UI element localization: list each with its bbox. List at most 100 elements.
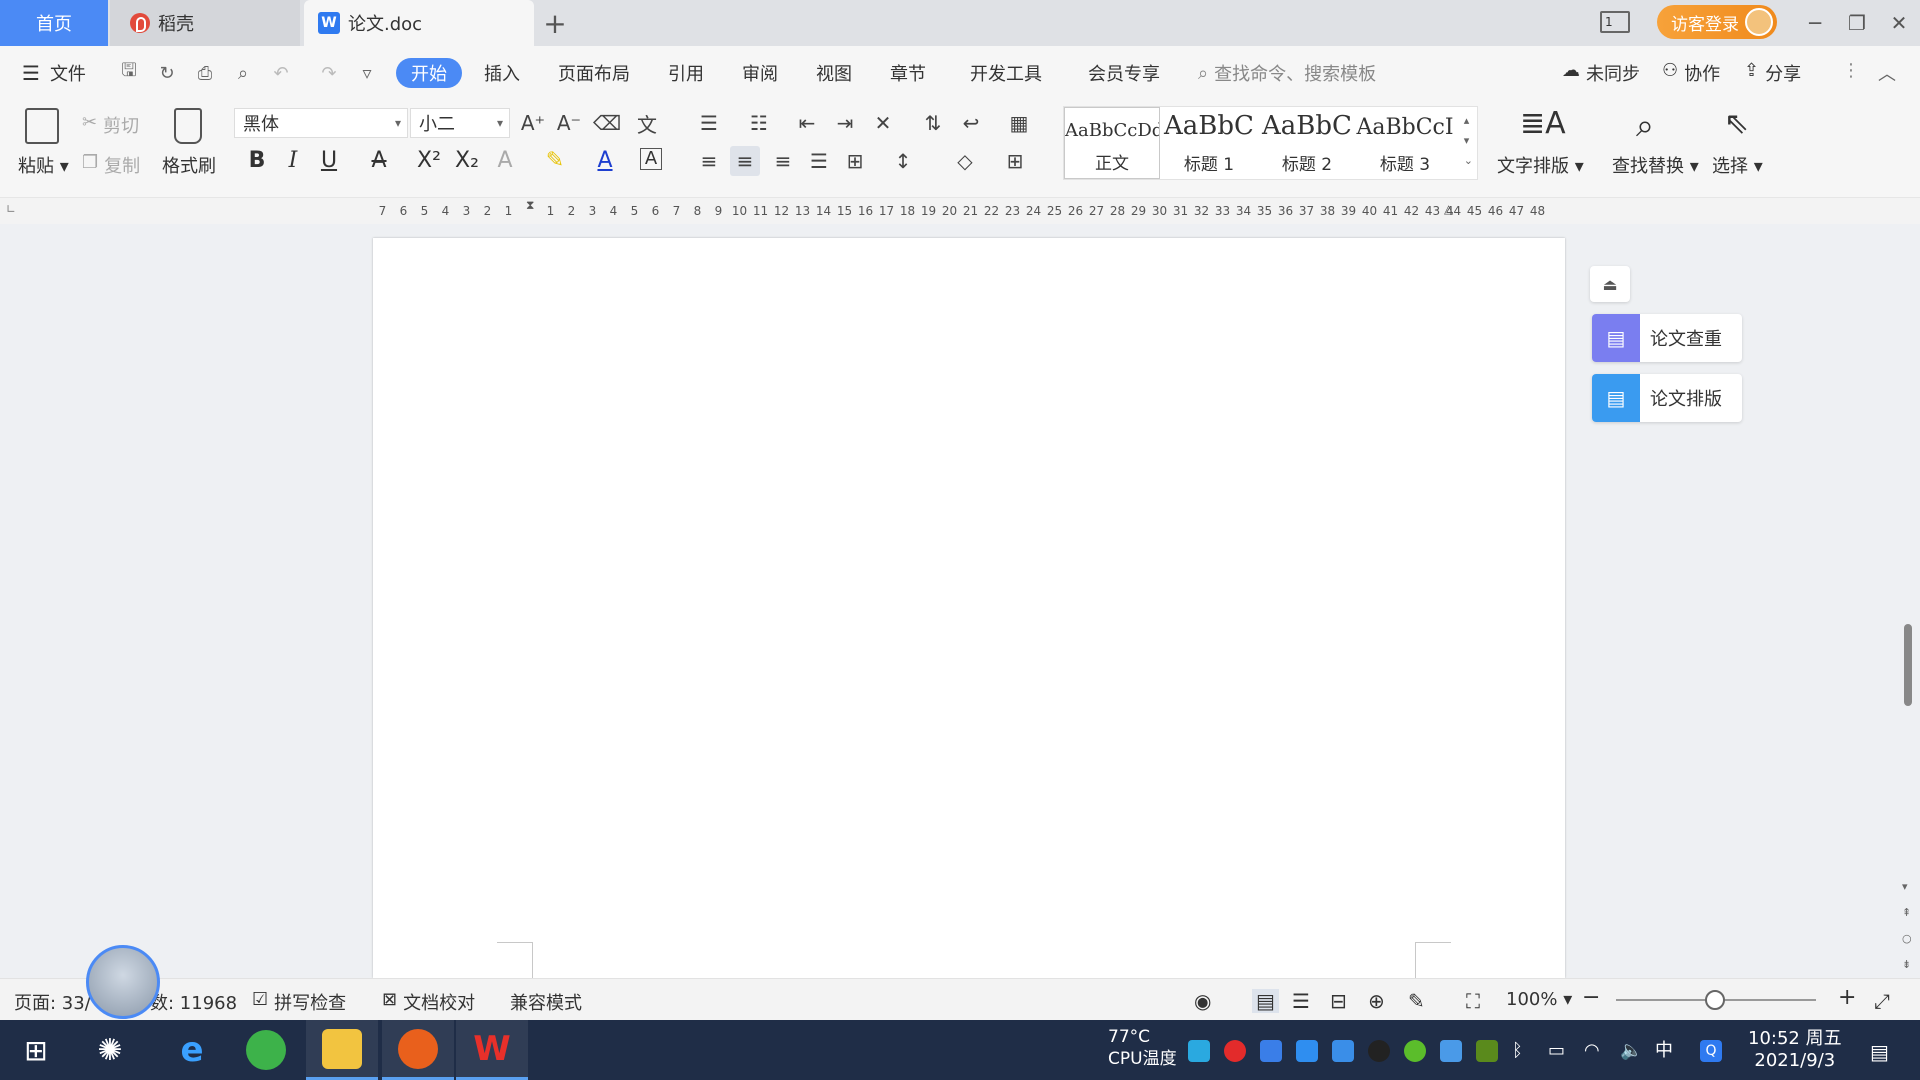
menu-references[interactable]: 引用 [668, 60, 704, 86]
shield-icon[interactable] [1332, 1040, 1354, 1062]
paper-check-button[interactable]: ▤ 论文查重 [1592, 314, 1742, 362]
close-icon[interactable]: ✕ [1878, 0, 1920, 46]
increase-font-icon[interactable]: A⁺ [518, 108, 548, 138]
page-nav-icon[interactable]: ▾ ⇞ ○ ⇟ [1902, 874, 1912, 978]
style-heading-3[interactable]: AaBbCcI 标题 3 [1356, 107, 1454, 179]
scrollbar-thumb[interactable] [1904, 624, 1912, 706]
increase-indent-icon[interactable]: ⇥ [830, 108, 860, 138]
minimize-icon[interactable]: ─ [1794, 0, 1836, 46]
format-painter-button[interactable]: 格式刷 [162, 152, 216, 178]
highlight-icon[interactable]: ✎ [540, 148, 570, 173]
menu-member[interactable]: 会员专享 [1088, 60, 1160, 86]
taskbar-ie[interactable]: e [156, 1020, 228, 1080]
strikethrough-icon[interactable]: A [364, 148, 394, 173]
menu-start[interactable]: 开始 [396, 58, 462, 88]
decrease-font-icon[interactable]: A⁻ [554, 108, 584, 138]
cut-button[interactable]: ✂ 剪切 [82, 112, 139, 138]
taskbar-file-explorer[interactable] [306, 1020, 378, 1080]
window-layout-icon[interactable]: 1 [1600, 11, 1630, 33]
tab-home[interactable]: 首页 [0, 0, 108, 46]
output-pdf-icon[interactable]: ↻ [156, 62, 178, 84]
menu-chapter[interactable]: 章节 [890, 60, 926, 86]
find-replace-button[interactable]: 查找替换 ▾ [1612, 152, 1699, 178]
font-color-icon[interactable]: A [590, 148, 620, 173]
collaborate-button[interactable]: ⚇ 协作 [1662, 60, 1720, 86]
paragraph-mark-icon[interactable]: ↩ [956, 108, 986, 138]
print-preview-icon[interactable]: ⌕ [232, 62, 254, 84]
cursor-select-icon[interactable]: ⇖ [1724, 106, 1749, 141]
customize-toolbar-icon[interactable]: ▿ [356, 62, 378, 84]
panel-collapse-icon[interactable]: ⏏ [1590, 266, 1630, 302]
command-search[interactable]: ⌕ 查找命令、搜索模板 [1198, 60, 1376, 86]
save-icon[interactable]: 🖫 [118, 60, 140, 84]
table-ruler-icon[interactable]: ▦ [1004, 108, 1034, 138]
tray-app-icon[interactable] [1188, 1040, 1210, 1062]
page-count[interactable]: 页面: 33/ [14, 989, 91, 1015]
tab-stop-icon[interactable]: ∟ [6, 202, 16, 216]
web-view-icon[interactable]: ⊕ [1368, 989, 1385, 1013]
align-right-icon[interactable]: ≡ [768, 146, 798, 176]
zoom-out-icon[interactable]: − [1582, 985, 1600, 1010]
notification-icon[interactable]: ▤ [1870, 1040, 1892, 1064]
eye-protection-icon[interactable]: ◉ [1194, 989, 1211, 1013]
copy-button[interactable]: ❐ 复制 [82, 152, 140, 178]
right-indent-marker-icon[interactable]: △ [1444, 202, 1453, 216]
document-page[interactable] [373, 238, 1565, 978]
superscript-icon[interactable]: X² [414, 148, 444, 173]
clear-format-icon[interactable]: ⌫ [592, 108, 622, 138]
spell-check-button[interactable]: ☑ 拼写检查 [252, 989, 346, 1015]
horizontal-ruler[interactable]: ∟ 7 6 5 4 3 2 1 1 2 3 4 5 6 7 8 9 10 11 12 13 14 15 16 17 18 19 20… [0, 198, 1920, 224]
vertical-scrollbar[interactable]: ▾ ⇞ ○ ⇟ [1900, 224, 1916, 978]
menu-view[interactable]: 视图 [816, 60, 852, 86]
style-heading-2[interactable]: AaBbC 标题 2 [1258, 107, 1356, 179]
text-layout-icon[interactable]: ≣A [1520, 106, 1566, 141]
zoom-in-icon[interactable]: + [1838, 985, 1856, 1010]
outline-view-icon[interactable]: ☰ [1292, 989, 1310, 1013]
guest-login-button[interactable]: 访客登录 [1657, 5, 1777, 39]
reading-view-icon[interactable]: ⊟ [1330, 989, 1347, 1013]
shading-icon[interactable]: ◇ [950, 146, 980, 176]
select-button[interactable]: 选择 ▾ [1712, 152, 1763, 178]
distributed-align-icon[interactable]: ⊞ [840, 146, 870, 176]
restore-icon[interactable]: ❐ [1836, 0, 1878, 46]
menu-page-layout[interactable]: 页面布局 [558, 60, 630, 86]
collapse-ribbon-icon[interactable]: ︿ [1878, 60, 1896, 86]
cpu-temperature[interactable]: 77°C CPU温度 [1108, 1026, 1177, 1070]
magnifier-icon[interactable]: ⌕ [1636, 106, 1654, 145]
tray-app-icon[interactable] [1224, 1040, 1246, 1062]
styles-scroll-icon[interactable]: ▴ ▾ ⌄ [1464, 111, 1473, 171]
text-effect-icon[interactable]: A [490, 148, 520, 173]
nvidia-icon[interactable] [1476, 1040, 1498, 1062]
line-spacing-icon[interactable]: ↕ [888, 146, 918, 176]
file-menu[interactable]: ☰ 文件 [22, 60, 86, 86]
sort-icon[interactable]: ⇅ [918, 108, 948, 138]
new-tab-button[interactable]: + [540, 0, 570, 46]
fullscreen-icon[interactable]: ⤢ [1874, 989, 1890, 1013]
qq-icon[interactable] [1368, 1040, 1390, 1062]
paste-icon[interactable] [25, 108, 59, 144]
paste-button[interactable]: 粘贴 ▾ [18, 152, 69, 178]
search-app-icon[interactable]: Q [1700, 1040, 1722, 1062]
clock[interactable]: 10:52 周五 2021/9/3 [1748, 1028, 1842, 1072]
bluetooth-icon[interactable]: ᛒ [1512, 1040, 1534, 1062]
numbered-list-icon[interactable]: ☷ [744, 108, 774, 138]
tray-app-icon[interactable] [1404, 1040, 1426, 1062]
style-normal[interactable]: AaBbCcDd 正文 [1064, 107, 1160, 179]
style-heading-1[interactable]: AaBbC 标题 1 [1160, 107, 1258, 179]
tray-app-icon[interactable] [1260, 1040, 1282, 1062]
format-painter-icon[interactable] [174, 108, 202, 144]
decrease-indent-icon[interactable]: ⇤ [792, 108, 822, 138]
underline-icon[interactable]: U [314, 148, 344, 173]
chinese-layout-icon[interactable]: ✕ [868, 108, 898, 138]
indent-marker-icon[interactable]: ⧗ [526, 198, 534, 213]
share-button[interactable]: ⇪ 分享 [1744, 60, 1801, 86]
taskbar-app-fan[interactable]: ✺ [74, 1020, 146, 1080]
bullet-list-icon[interactable]: ☰ [694, 108, 724, 138]
paper-layout-button[interactable]: ▤ 论文排版 [1592, 374, 1742, 422]
battery-icon[interactable]: ▭ [1548, 1040, 1570, 1062]
borders-icon[interactable]: ⊞ [1000, 146, 1030, 176]
write-mode-icon[interactable]: ✎ [1408, 989, 1425, 1013]
wifi-icon[interactable]: ◠ [1584, 1040, 1606, 1062]
menu-developer[interactable]: 开发工具 [970, 60, 1042, 86]
tab-daoke[interactable]: 稻壳 [110, 0, 300, 46]
